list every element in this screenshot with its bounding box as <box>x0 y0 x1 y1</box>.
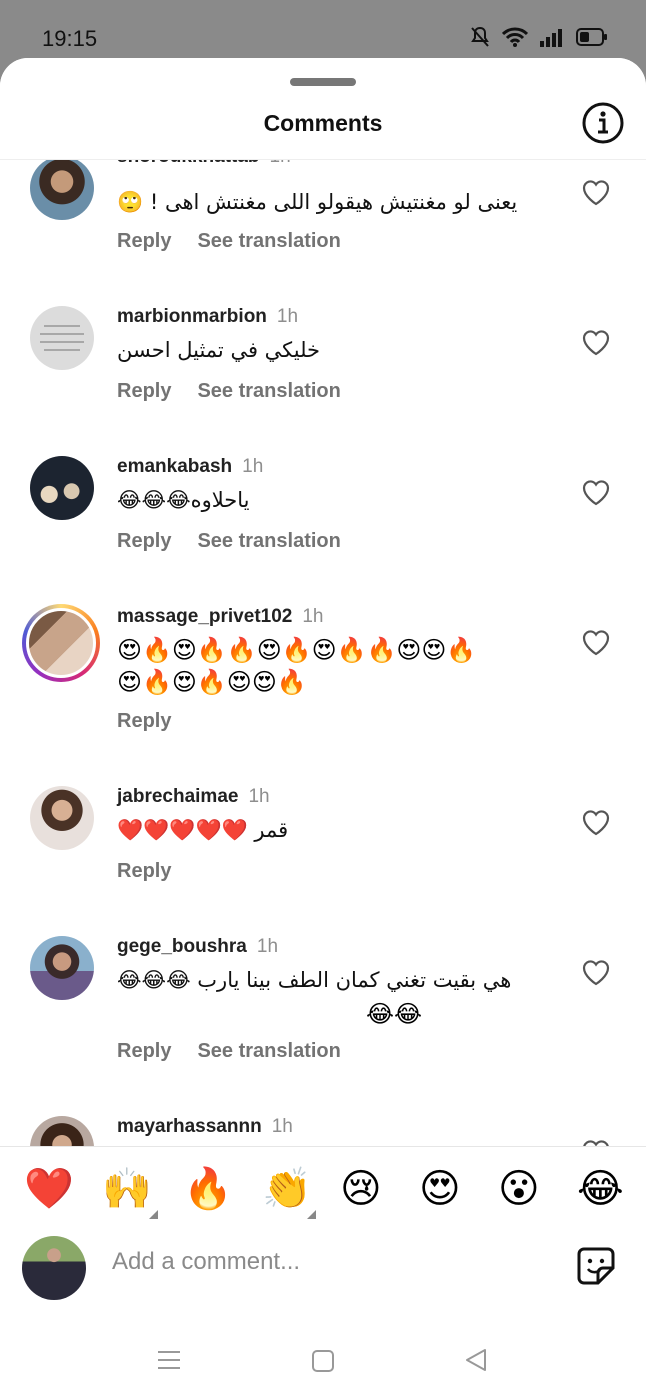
reply-button[interactable]: Reply <box>117 710 171 732</box>
see-translation-button[interactable]: See translation <box>197 530 340 552</box>
system-nav-bar <box>0 1326 646 1400</box>
username[interactable]: massage_privet102 1h <box>117 606 323 628</box>
reaction-raised-hands[interactable]: 🙌 <box>102 1165 152 1213</box>
like-heart-icon[interactable] <box>580 1136 612 1146</box>
drag-handle[interactable] <box>290 78 356 86</box>
comment-time: 1h <box>276 306 299 327</box>
avatar[interactable] <box>30 786 94 850</box>
comment-item: shoroukkhattab1h يعنى لو مغنتيش هيقولو ا… <box>0 160 646 310</box>
username[interactable]: jabrechaimae 1h <box>117 786 270 808</box>
comment-input[interactable]: Add a comment... <box>112 1248 300 1276</box>
wifi-icon <box>502 27 528 47</box>
comment-item: gege_boushra 1h هي بقيت تغني كمان الطف بي… <box>0 936 646 1120</box>
comment-time: 1h <box>270 160 291 167</box>
reaction-heart-eyes[interactable]: 😍 <box>419 1165 461 1213</box>
comment-item: marbionmarbion 1h خليكي في تمثيل احسن Rep… <box>0 306 646 460</box>
username[interactable]: emankabash 1h <box>117 456 263 478</box>
comment-actions: Reply See translation <box>117 380 367 403</box>
sheet-header: Comments <box>0 58 646 160</box>
skin-tone-indicator <box>307 1210 316 1219</box>
like-heart-icon[interactable] <box>580 626 612 658</box>
comment-time: 1h <box>302 606 324 627</box>
comment-text: خليكي في تمثيل احسن <box>117 338 321 362</box>
like-heart-icon[interactable] <box>580 326 612 358</box>
username[interactable]: marbionmarbion 1h <box>117 306 298 328</box>
avatar-with-story[interactable] <box>22 604 100 682</box>
avatar[interactable] <box>30 306 94 370</box>
comments-sheet: Comments shoroukkhattab1h يعنى لو مغنتيش… <box>0 58 646 1400</box>
comment-text: ياحلاوه😂😂😂 <box>117 488 250 512</box>
avatar[interactable] <box>30 1116 94 1146</box>
comment-actions: Reply See translation <box>117 530 367 553</box>
status-time: 19:15 <box>42 26 98 51</box>
username[interactable]: gege_boushra 1h <box>117 936 278 958</box>
comment-text: قمر ❤️❤️❤️❤️❤️ <box>117 818 289 842</box>
comment-time: 1h <box>248 786 270 807</box>
like-heart-icon[interactable] <box>580 176 612 208</box>
avatar[interactable] <box>30 936 94 1000</box>
comment-item: jabrechaimae 1h قمر ❤️❤️❤️❤️❤️ Reply <box>0 786 646 940</box>
reaction-heart[interactable]: ❤️ <box>24 1165 74 1213</box>
comment-item: mayarhassannn 1h <box>0 1116 646 1146</box>
comment-actions: Reply <box>117 860 197 883</box>
comment-text: 😍🔥😍🔥🔥😍🔥😍🔥🔥😍😍🔥 <box>117 636 477 664</box>
username[interactable]: shoroukkhattab1h <box>117 160 291 168</box>
reply-button[interactable]: Reply <box>117 1040 171 1062</box>
comment-item: emankabash 1h ياحلاوه😂😂😂 Reply See transla… <box>0 456 646 610</box>
comment-text-line2: 😍🔥😍🔥😍😍🔥 <box>117 668 307 696</box>
like-heart-icon[interactable] <box>580 476 612 508</box>
like-heart-icon[interactable] <box>580 956 612 988</box>
quick-reactions-bar: ❤️ 🙌 🔥 👏 😢 😍 😮 😂 <box>0 1146 646 1226</box>
sticker-icon[interactable] <box>576 1246 616 1286</box>
comment-time: 1h <box>242 456 264 477</box>
reply-button[interactable]: Reply <box>117 860 171 882</box>
username[interactable]: mayarhassannn 1h <box>117 1116 293 1138</box>
back-icon[interactable] <box>464 1348 488 1372</box>
reaction-clap[interactable]: 👏 <box>262 1165 312 1213</box>
reply-button[interactable]: Reply <box>117 230 171 252</box>
comment-actions: Reply See translation <box>117 1040 367 1063</box>
status-bar: 19:15 <box>0 0 646 60</box>
comment-item: massage_privet102 1h 😍🔥😍🔥🔥😍🔥😍🔥🔥😍😍🔥 😍🔥😍🔥😍😍… <box>0 604 646 790</box>
reaction-fire[interactable]: 🔥 <box>183 1165 233 1213</box>
comment-time: 1h <box>271 1116 293 1137</box>
reply-button[interactable]: Reply <box>117 530 171 552</box>
status-icons <box>470 26 608 48</box>
signal-icon <box>540 29 562 47</box>
see-translation-button[interactable]: See translation <box>197 230 340 252</box>
comment-list[interactable]: shoroukkhattab1h يعنى لو مغنتيش هيقولو ا… <box>0 160 646 1146</box>
reaction-crying[interactable]: 😢 <box>340 1165 382 1213</box>
see-translation-button[interactable]: See translation <box>197 380 340 402</box>
info-icon[interactable] <box>582 102 624 144</box>
home-icon[interactable] <box>312 1350 334 1372</box>
mute-bell-icon <box>471 26 489 47</box>
comment-text: يعنى لو مغنتيش هيقولو اللى مغنتش اهى ! 🙄 <box>117 190 518 214</box>
comment-composer: Add a comment... <box>0 1226 646 1316</box>
reaction-laughing[interactable]: 😂 <box>577 1165 624 1213</box>
comment-actions: Reply <box>117 710 197 733</box>
page-title: Comments <box>263 110 383 136</box>
like-heart-icon[interactable] <box>580 806 612 838</box>
skin-tone-indicator <box>149 1210 158 1219</box>
comment-text-line2: 😂😂 <box>366 1000 423 1028</box>
comment-actions: Reply See translation <box>117 230 367 253</box>
avatar[interactable] <box>30 160 94 220</box>
menu-icon[interactable] <box>158 1350 180 1370</box>
comment-time: 1h <box>256 936 279 957</box>
avatar[interactable] <box>30 456 94 520</box>
current-user-avatar <box>22 1236 86 1300</box>
see-translation-button[interactable]: See translation <box>197 1040 340 1062</box>
reply-button[interactable]: Reply <box>117 380 171 402</box>
battery-icon <box>576 28 607 46</box>
comment-text: هي بقيت تغني كمان الطف بينا يارب 😂😂😂 <box>117 968 512 992</box>
reaction-surprised[interactable]: 😮 <box>498 1165 540 1213</box>
